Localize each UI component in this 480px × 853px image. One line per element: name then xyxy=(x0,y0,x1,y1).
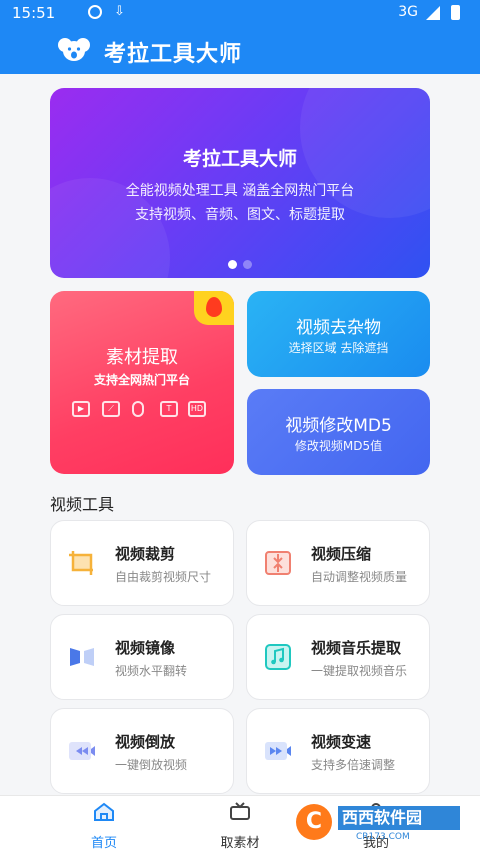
signal-icon xyxy=(426,6,440,20)
tool-mirror[interactable]: 视频镜像 视频水平翻转 xyxy=(50,614,234,700)
download-icon: ⇩ xyxy=(114,4,125,19)
material-extract-title: 素材提取 xyxy=(106,347,178,368)
section-title: 视频工具 xyxy=(50,495,115,514)
banner-subtitle: 全能视频处理工具 涵盖全网热门平台 xyxy=(125,183,355,199)
tool-title: 视频裁剪 xyxy=(115,545,176,563)
mic-icon xyxy=(132,401,144,417)
remove-object-subtitle: 选择区域 去除遮挡 xyxy=(288,341,389,355)
nav-get-material[interactable]: 取素材 xyxy=(200,802,280,851)
carousel-dot-active[interactable] xyxy=(228,260,237,269)
music-icon xyxy=(265,644,291,670)
image-icon: ⟋ xyxy=(102,401,120,417)
tool-compress[interactable]: 视频压缩 自动调整视频质量 xyxy=(246,520,430,606)
app-title: 考拉工具大师 xyxy=(104,42,243,67)
watermark-text: 西西软件园 xyxy=(338,806,460,830)
tool-speed[interactable]: 视频变速 支持多倍速调整 xyxy=(246,708,430,794)
modify-md5-subtitle: 修改视频MD5值 xyxy=(294,439,383,453)
remove-object-title: 视频去杂物 xyxy=(296,318,381,338)
nav-label: 取素材 xyxy=(220,836,260,851)
tool-subtitle: 一键倒放视频 xyxy=(115,758,188,772)
compress-icon xyxy=(265,551,291,575)
tool-subtitle: 一键提取视频音乐 xyxy=(311,664,408,678)
video-icon: ▶ xyxy=(72,401,90,417)
material-extract-card[interactable]: 素材提取 支持全网热门平台 ▶ ⟋ T HD xyxy=(50,291,234,474)
tool-subtitle: 自由裁剪视频尺寸 xyxy=(115,570,212,584)
tv-icon xyxy=(230,802,250,820)
mirror-icon xyxy=(70,648,94,666)
carousel-indicator xyxy=(50,254,430,273)
network-type: 3G xyxy=(398,4,418,20)
tool-title: 视频压缩 xyxy=(311,545,372,563)
nav-label: 首页 xyxy=(90,836,117,851)
tool-title: 视频镜像 xyxy=(115,639,176,657)
watermark: C 西西软件园 CR173.COM xyxy=(296,800,464,846)
banner-title: 考拉工具大师 xyxy=(182,148,297,170)
watermark-url: CR173.COM xyxy=(356,832,410,842)
media-type-icons: ▶ ⟋ T HD xyxy=(70,401,214,421)
tool-crop[interactable]: 视频裁剪 自由裁剪视频尺寸 xyxy=(50,520,234,606)
rewind-icon xyxy=(69,742,95,760)
flame-icon xyxy=(206,297,222,317)
battery-icon xyxy=(451,5,460,20)
carousel-dot[interactable] xyxy=(243,260,252,269)
modify-md5-title: 视频修改MD5 xyxy=(285,416,392,436)
watermark-logo: C xyxy=(296,804,332,840)
text-icon: T xyxy=(160,401,178,417)
status-bar: 15:51 ⇩ 3G xyxy=(0,0,480,26)
notification-icon xyxy=(88,5,102,19)
tool-reverse[interactable]: 视频倒放 一键倒放视频 xyxy=(50,708,234,794)
tool-subtitle: 自动调整视频质量 xyxy=(311,570,408,584)
hd-icon: HD xyxy=(188,401,206,417)
tool-subtitle: 支持多倍速调整 xyxy=(311,758,396,772)
remove-object-card[interactable]: 视频去杂物 选择区域 去除遮挡 xyxy=(247,291,430,377)
material-extract-subtitle: 支持全网热门平台 xyxy=(93,373,190,387)
tool-title: 视频倒放 xyxy=(115,733,176,751)
crop-icon xyxy=(69,551,93,575)
app-bar: 考拉工具大师 xyxy=(0,26,480,74)
banner-subtitle: 支持视频、音频、图文、标题提取 xyxy=(135,207,345,223)
promo-banner[interactable]: 考拉工具大师 全能视频处理工具 涵盖全网热门平台 支持视频、音频、图文、标题提取 xyxy=(50,88,430,278)
hot-badge xyxy=(194,291,234,325)
koala-icon xyxy=(58,38,90,61)
tool-subtitle: 视频水平翻转 xyxy=(115,664,188,678)
fast-forward-icon xyxy=(265,742,291,760)
tool-title: 视频音乐提取 xyxy=(311,639,402,657)
nav-home[interactable]: 首页 xyxy=(64,802,144,851)
tool-title: 视频变速 xyxy=(311,733,372,751)
status-time: 15:51 xyxy=(12,4,56,22)
modify-md5-card[interactable]: 视频修改MD5 修改视频MD5值 xyxy=(247,389,430,475)
home-icon xyxy=(94,802,114,821)
tool-music-extract[interactable]: 视频音乐提取 一键提取视频音乐 xyxy=(246,614,430,700)
